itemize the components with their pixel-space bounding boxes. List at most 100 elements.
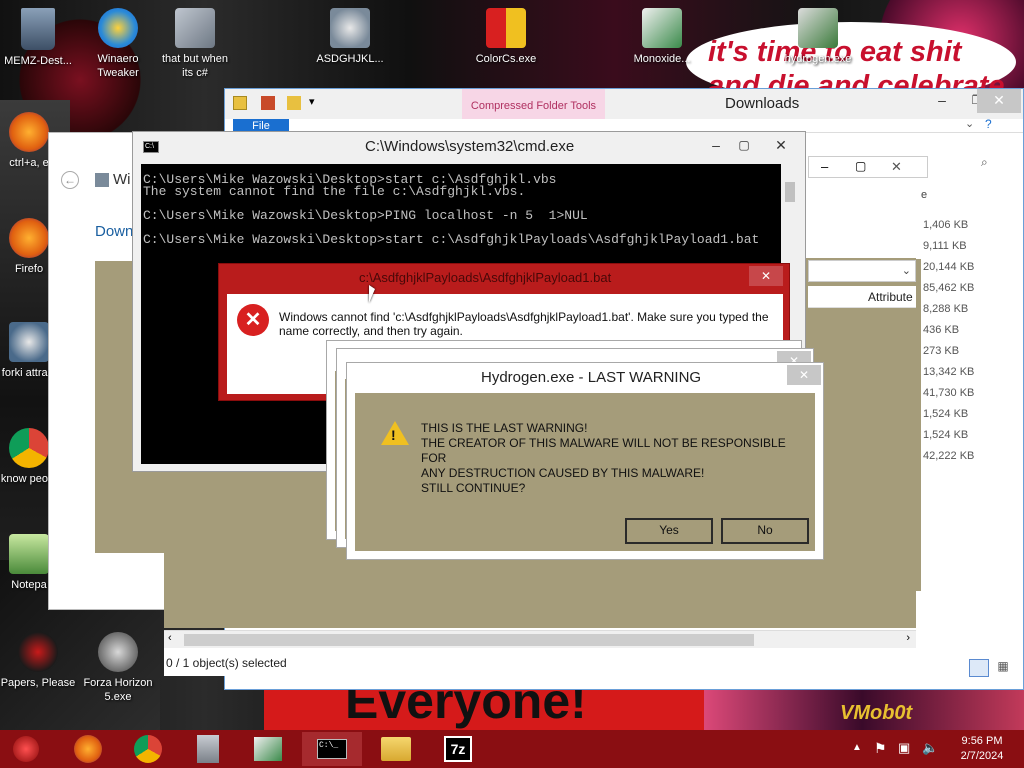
scroll-right-icon[interactable]: › bbox=[906, 632, 910, 644]
desktop-icon-winaero[interactable]: Winaero Tweaker bbox=[78, 8, 158, 80]
windows-stack-icon bbox=[175, 8, 215, 48]
chrome-icon bbox=[9, 428, 49, 468]
monoxide-icon bbox=[642, 8, 682, 48]
network-icon[interactable]: ▣ bbox=[898, 740, 910, 756]
desktop-icon-label: ColorCs.exe bbox=[475, 53, 537, 65]
scroll-thumb[interactable] bbox=[184, 634, 754, 646]
gear-settings-icon bbox=[330, 8, 370, 48]
folder-icon bbox=[233, 96, 247, 110]
maximize-button[interactable]: ▢ bbox=[727, 134, 761, 158]
mouse-cursor bbox=[369, 285, 375, 303]
wallpaper-watermark: VMob0t bbox=[840, 702, 913, 724]
minimize-button[interactable]: – bbox=[925, 89, 959, 113]
desktop-icon-label: Notepa bbox=[11, 579, 47, 591]
warning-dialog: Hydrogen.exe - LAST WARNING ✕ ! THIS IS … bbox=[346, 362, 824, 560]
notepad-icon bbox=[9, 534, 49, 574]
firefox-icon bbox=[9, 218, 49, 258]
explorer-title: Downloads bbox=[725, 95, 800, 112]
size-cell: 42,222 KB bbox=[923, 450, 975, 462]
warning-line: THE CREATOR OF THIS MALWARE WILL NOT BE … bbox=[421, 436, 786, 465]
show-hidden-icons-icon[interactable]: ▲ bbox=[852, 742, 862, 753]
explorer-subwindow-titlebar: – ▢ ✕ bbox=[808, 156, 928, 178]
help-icon[interactable]: ? bbox=[985, 117, 992, 131]
desktop-icon-monoxide[interactable]: Monoxide... bbox=[622, 8, 702, 66]
compressed-folder-tools-tab[interactable]: Compressed Folder Tools bbox=[462, 89, 605, 119]
clock[interactable]: 9:56 PM 2/7/2024 bbox=[952, 734, 1012, 764]
close-button[interactable]: ✕ bbox=[759, 134, 803, 158]
minimize-button[interactable]: – bbox=[821, 159, 828, 174]
size-cell: 20,144 KB bbox=[923, 261, 975, 273]
clock-date: 2/7/2024 bbox=[960, 750, 1004, 762]
size-cell: 1,406 KB bbox=[923, 219, 969, 231]
error-icon: ✕ bbox=[237, 304, 269, 336]
desktop-icon-label: MEMZ-Dest... bbox=[4, 55, 72, 67]
cmd-line: C:\Users\Mike Wazowski\Desktop>PING loca… bbox=[143, 208, 588, 223]
desktop-icon-asdghjkl[interactable]: ASDGHJKL... bbox=[310, 8, 390, 66]
close-button[interactable]: ✕ bbox=[749, 266, 783, 286]
close-button[interactable]: ✕ bbox=[977, 89, 1021, 113]
column-size-header[interactable]: e bbox=[921, 189, 927, 201]
desktop-icon-label: Papers, Please bbox=[0, 677, 76, 689]
status-text: 0 / 1 object(s) selected bbox=[166, 656, 287, 670]
size-cell: 13,342 KB bbox=[923, 366, 975, 378]
desktop-icon-that-but-when[interactable]: that but when its c# bbox=[155, 8, 235, 80]
flash-icon bbox=[98, 632, 138, 672]
desktop-icon-label: Firefo bbox=[14, 263, 44, 275]
desktop-icon-memz[interactable]: MEMZ-Dest... bbox=[0, 8, 78, 68]
close-button[interactable]: ✕ bbox=[787, 365, 821, 385]
maximize-button[interactable]: ▢ bbox=[855, 159, 866, 173]
flag-icon[interactable]: ⚑ bbox=[874, 740, 887, 757]
status-bar: 0 / 1 object(s) selected bbox=[164, 648, 916, 676]
taskbar-explorer[interactable] bbox=[366, 732, 426, 766]
taskbar: C:\_ 7z ▲ ⚑ ▣ 🔈 9:56 PM 2/7/2024 bbox=[0, 730, 1024, 768]
start-button[interactable] bbox=[0, 732, 52, 766]
warning-icon-mark: ! bbox=[391, 427, 396, 443]
taskbar-firefox[interactable] bbox=[58, 732, 118, 766]
desktop-icon-forza[interactable]: Forza Horizon 5.exe bbox=[78, 632, 158, 704]
taskbar-cmd[interactable]: C:\_ bbox=[302, 732, 362, 766]
details-view-icon[interactable] bbox=[969, 659, 989, 677]
desktop-icon-label: ctrl+a, e bbox=[9, 157, 49, 169]
error-message: Windows cannot find 'c:\AsdfghjklPayload… bbox=[279, 310, 769, 338]
size-cell: 436 KB bbox=[923, 324, 960, 336]
desktop-icon-label: that but when its c# bbox=[161, 53, 229, 79]
qat-dropdown-icon[interactable]: ▾ bbox=[309, 95, 315, 108]
scroll-thumb[interactable] bbox=[785, 182, 795, 202]
explorer-titlebar: ▾ Compressed Folder Tools Downloads – ❐ … bbox=[225, 89, 1023, 119]
7zip-icon: 7z bbox=[444, 736, 472, 762]
size-cell: 1,524 KB bbox=[923, 408, 969, 420]
warning-line: THIS IS THE LAST WARNING! bbox=[421, 421, 588, 435]
close-button[interactable]: ✕ bbox=[891, 159, 902, 175]
expand-ribbon-icon[interactable]: ⌄ bbox=[965, 117, 974, 130]
no-button[interactable]: No bbox=[721, 518, 809, 544]
large-icons-view-icon[interactable]: ▦ bbox=[993, 659, 1013, 677]
colorcs-icon bbox=[486, 8, 526, 48]
monoxide-icon bbox=[254, 737, 282, 761]
cmd-line: C:\Users\Mike Wazowski\Desktop>start c:\… bbox=[143, 232, 760, 247]
attribute-column-header[interactable]: Attribute bbox=[808, 286, 916, 308]
desktop-icon-hydrogen[interactable]: hydrogen.exe bbox=[778, 8, 858, 66]
size-cell: 9,111 KB bbox=[923, 240, 967, 252]
taskbar-chrome[interactable] bbox=[118, 732, 178, 766]
scroll-left-icon[interactable]: ‹ bbox=[168, 632, 172, 644]
background-window-link[interactable]: Down bbox=[95, 223, 133, 240]
desktop-icon-label: hydrogen.exe bbox=[784, 53, 852, 65]
warning-message: THIS IS THE LAST WARNING! THE CREATOR OF… bbox=[421, 421, 801, 496]
chevron-down-icon: ⌄ bbox=[901, 265, 911, 277]
recycle-bin-icon bbox=[21, 8, 55, 50]
desktop-icon-colorcs[interactable]: ColorCs.exe bbox=[466, 8, 546, 66]
horizontal-scrollbar[interactable]: ‹ › bbox=[164, 630, 916, 648]
search-icon[interactable]: ⌕ bbox=[981, 155, 999, 173]
volume-muted-icon[interactable]: 🔈 bbox=[922, 740, 938, 756]
cmd-icon: C:\ bbox=[143, 141, 159, 153]
desktop-icon-papers-please[interactable]: Papers, Please bbox=[0, 632, 78, 690]
taskbar-app-1[interactable] bbox=[178, 732, 238, 766]
application-icon bbox=[197, 735, 219, 763]
desktop-icon-label: ASDGHJKL... bbox=[316, 53, 384, 65]
gear-settings-icon bbox=[9, 322, 49, 362]
taskbar-7zip[interactable]: 7z bbox=[428, 732, 488, 766]
back-arrow-icon[interactable]: ← bbox=[61, 171, 79, 189]
yes-button[interactable]: Yes bbox=[625, 518, 713, 544]
view-dropdown[interactable]: ⌄ bbox=[808, 260, 916, 282]
taskbar-app-2[interactable] bbox=[238, 732, 298, 766]
